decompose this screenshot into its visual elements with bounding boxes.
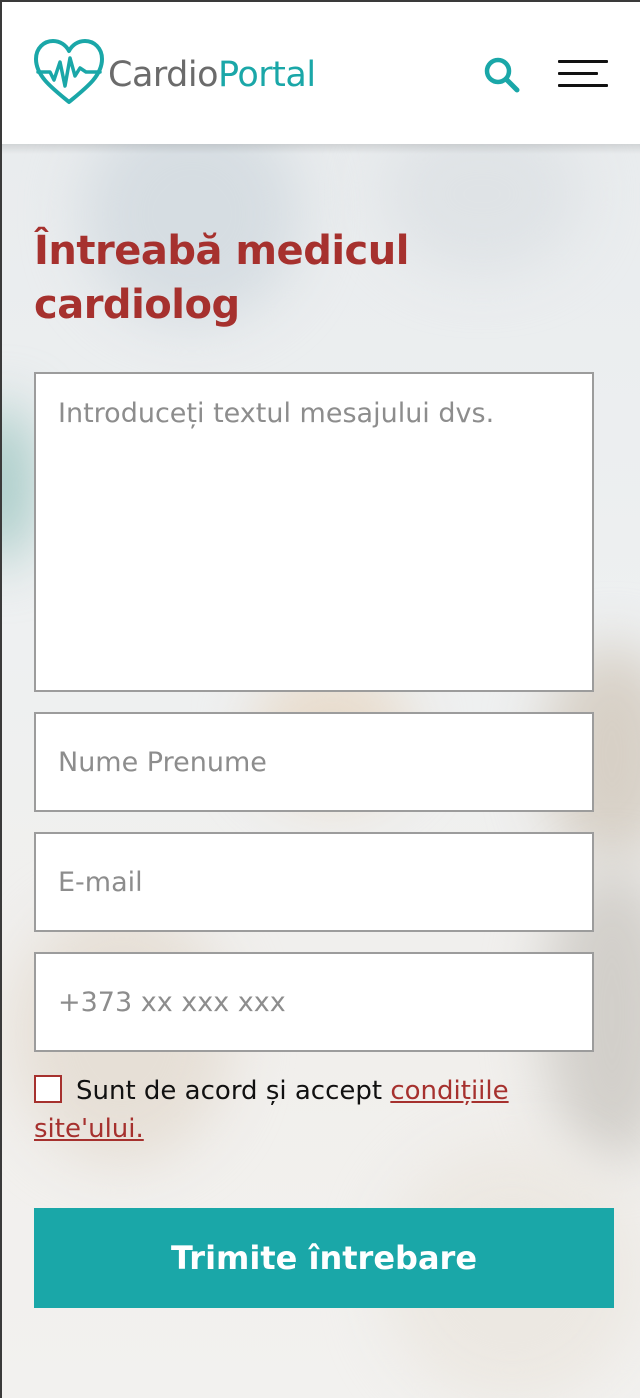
page: CardioPortal Întreabă medicul cardiolog …: [0, 0, 640, 1398]
consent-text: Sunt de acord și accept: [76, 1076, 391, 1106]
submit-question-button[interactable]: Trimite întrebare: [34, 1208, 614, 1308]
logo-text: CardioPortal: [108, 55, 316, 95]
hamburger-icon-line: [558, 72, 598, 75]
message-textarea[interactable]: [34, 372, 594, 692]
logo-link[interactable]: CardioPortal: [32, 36, 316, 110]
email-field[interactable]: [34, 832, 594, 932]
search-icon: [484, 57, 520, 93]
phone-field[interactable]: [34, 952, 594, 1052]
consent-row: Sunt de acord și accept condițiile site'…: [34, 1072, 594, 1148]
consent-checkbox[interactable]: [34, 1075, 62, 1103]
menu-button[interactable]: [558, 60, 608, 90]
page-title: Întreabă medicul cardiolog: [34, 228, 409, 328]
search-button[interactable]: [483, 56, 521, 94]
hamburger-icon-line: [558, 60, 608, 63]
heart-pulse-icon: [34, 39, 104, 104]
site-header: CardioPortal: [2, 2, 640, 144]
name-field[interactable]: [34, 712, 594, 812]
hamburger-icon-line: [558, 84, 608, 87]
